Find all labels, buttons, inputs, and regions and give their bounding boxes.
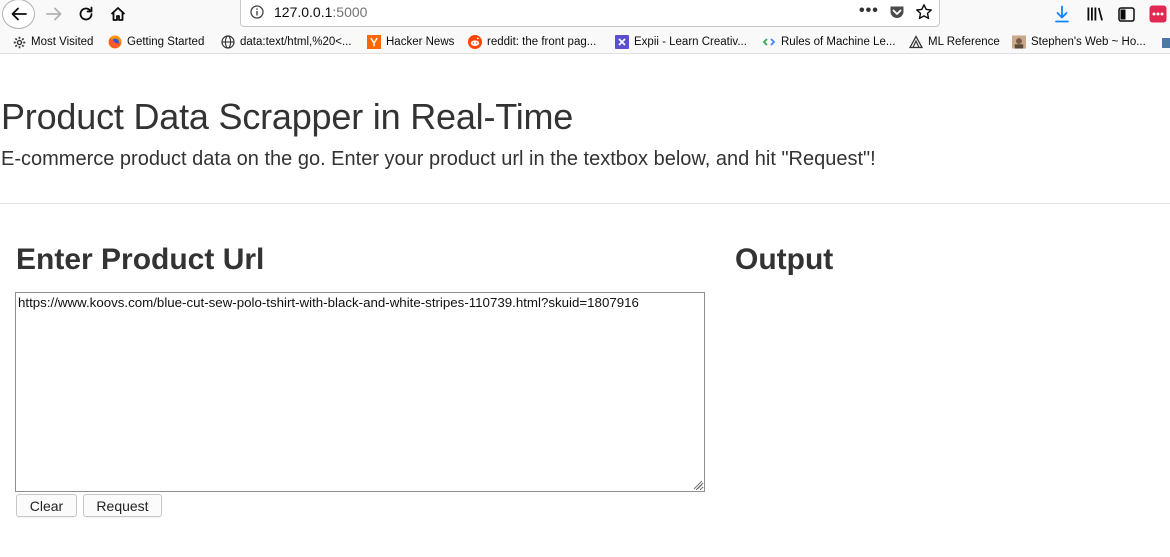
bookmark-star-icon[interactable] (915, 3, 933, 21)
ml-reference-icon (909, 35, 923, 49)
url-port: :5000 (332, 4, 368, 20)
output-heading: Output (735, 243, 834, 276)
bookmark-expii[interactable]: Expii - Learn Creativ... (615, 34, 747, 50)
clear-button[interactable]: Clear (16, 494, 77, 517)
reload-button[interactable] (70, 0, 102, 28)
bookmark-label: Hacker News (386, 36, 455, 48)
firefox-icon (108, 35, 122, 49)
google-icon (762, 35, 776, 49)
bookmark-label: Expii - Learn Creativ... (634, 36, 747, 48)
home-icon (110, 7, 126, 21)
bookmark-label: reddit: the front pag... (487, 36, 597, 48)
bookmark-hacker-news[interactable]: Hacker News (367, 34, 454, 50)
download-icon[interactable] (1052, 4, 1072, 24)
browser-toolbar: 127.0.0.1:5000 ••• (0, 0, 1170, 30)
bookmark-label: Getting Started (127, 36, 205, 48)
bookmark-ml-reference[interactable]: ML Reference (909, 34, 1000, 50)
url-bar[interactable]: 127.0.0.1:5000 ••• (240, 0, 940, 27)
bookmark-label: data:text/html,%20<... (240, 36, 352, 48)
extension-icon[interactable] (1148, 4, 1168, 24)
bookmarks-toolbar: Most Visited Getting Started data:text/h… (0, 30, 1170, 54)
bookmark-stephens-web[interactable]: Stephen's Web ~ Ho... (1012, 34, 1146, 50)
expii-icon (615, 35, 629, 49)
bookmark-getting-started[interactable]: Getting Started (108, 34, 204, 50)
hacker-news-icon (367, 35, 381, 49)
back-button[interactable] (2, 0, 35, 29)
bookmark-label: Most Visited (31, 36, 94, 48)
request-button[interactable]: Request (83, 494, 162, 517)
bookmark-most-visited[interactable]: Most Visited (12, 34, 93, 50)
bookmark-data-text-html[interactable]: data:text/html,%20<... (221, 34, 352, 50)
bookmark-rules-of-ml[interactable]: Rules of Machine Le... (762, 34, 895, 50)
arrow-left-icon (11, 7, 27, 21)
divider (0, 203, 1170, 204)
bookmark-label: ML Reference (928, 36, 1000, 48)
product-url-textarea[interactable]: https://www.koovs.com/blue-cut-sew-polo-… (15, 292, 705, 492)
page-subtitle: E-commerce product data on the go. Enter… (1, 148, 876, 170)
reddit-icon (468, 35, 482, 49)
bookmark-label: Stephen's Web ~ Ho... (1031, 36, 1146, 48)
enter-product-url-heading: Enter Product Url (16, 243, 265, 276)
globe-icon (221, 35, 235, 49)
arrow-right-icon (46, 7, 62, 21)
url-host: 127.0.0.1 (274, 4, 333, 20)
forward-button[interactable] (38, 0, 70, 28)
page-title: Product Data Scrapper in Real-Time (1, 96, 574, 137)
page-actions-more-icon[interactable]: ••• (859, 2, 879, 20)
bookmark-overflow-icon[interactable] (1162, 38, 1170, 48)
pocket-icon[interactable] (889, 5, 905, 20)
library-icon[interactable] (1085, 4, 1105, 24)
gear-icon (12, 35, 26, 49)
home-button[interactable] (102, 0, 134, 28)
reload-icon (79, 6, 93, 21)
url-text[interactable]: 127.0.0.1:5000 (274, 4, 367, 20)
bookmark-reddit[interactable]: reddit: the front pag... (468, 34, 596, 50)
stephens-web-icon (1012, 35, 1026, 49)
bookmark-label: Rules of Machine Le... (781, 36, 896, 48)
info-icon[interactable] (250, 5, 264, 19)
sidebar-icon[interactable] (1116, 4, 1136, 24)
